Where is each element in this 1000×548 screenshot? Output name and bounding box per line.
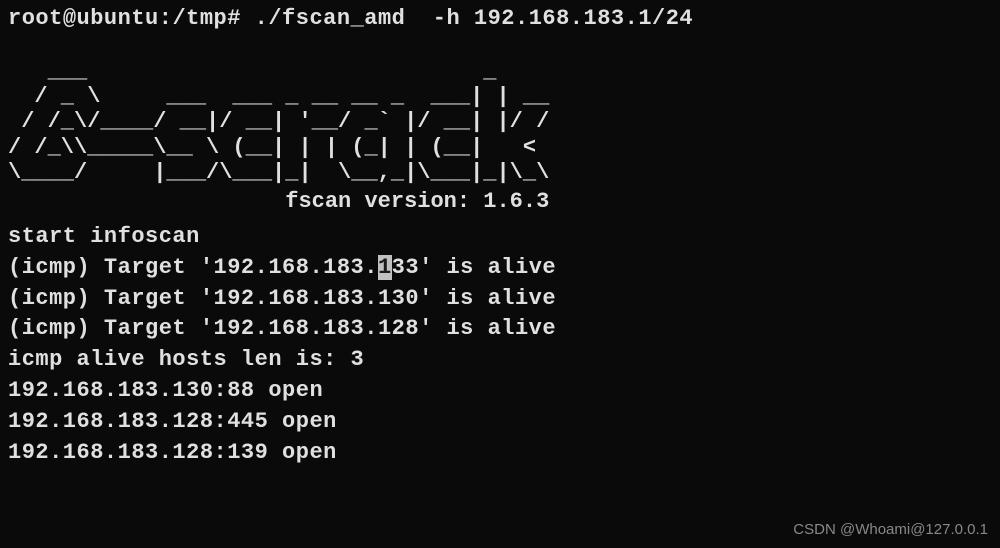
cursor-highlight: 1 (378, 255, 392, 280)
open-port-line: 192.168.183.128:445 open (8, 407, 992, 438)
watermark: CSDN @Whoami@127.0.0.1 (793, 519, 988, 540)
icmp-result-line: (icmp) Target '192.168.183.130' is alive (8, 284, 992, 315)
open-port-line: 192.168.183.130:88 open (8, 376, 992, 407)
icmp-result-line: (icmp) Target '192.168.183.128' is alive (8, 314, 992, 345)
command-text: ./fscan_amd -h 192.168.183.1/24 (255, 6, 693, 31)
ascii-banner: ___ _ / _ \ ___ ___ _ __ __ _ ___| | __ … (8, 59, 992, 185)
alive-summary-line: icmp alive hosts len is: 3 (8, 345, 992, 376)
prompt-host: ubuntu (77, 6, 159, 31)
prompt-symbol: # (227, 6, 241, 31)
open-port-line: 192.168.183.128:139 open (8, 438, 992, 469)
version-line: fscan version: 1.6.3 (8, 187, 992, 218)
prompt-cwd: /tmp (172, 6, 227, 31)
version-prefix: fscan version: (8, 189, 483, 214)
command-prompt[interactable]: root@ubuntu:/tmp# ./fscan_amd -h 192.168… (8, 4, 992, 35)
icmp-result-line: (icmp) Target '192.168.183.133' is alive (8, 253, 992, 284)
scan-start-line: start infoscan (8, 222, 992, 253)
prompt-user: root (8, 6, 63, 31)
version-number: 1.6.3 (483, 189, 549, 214)
